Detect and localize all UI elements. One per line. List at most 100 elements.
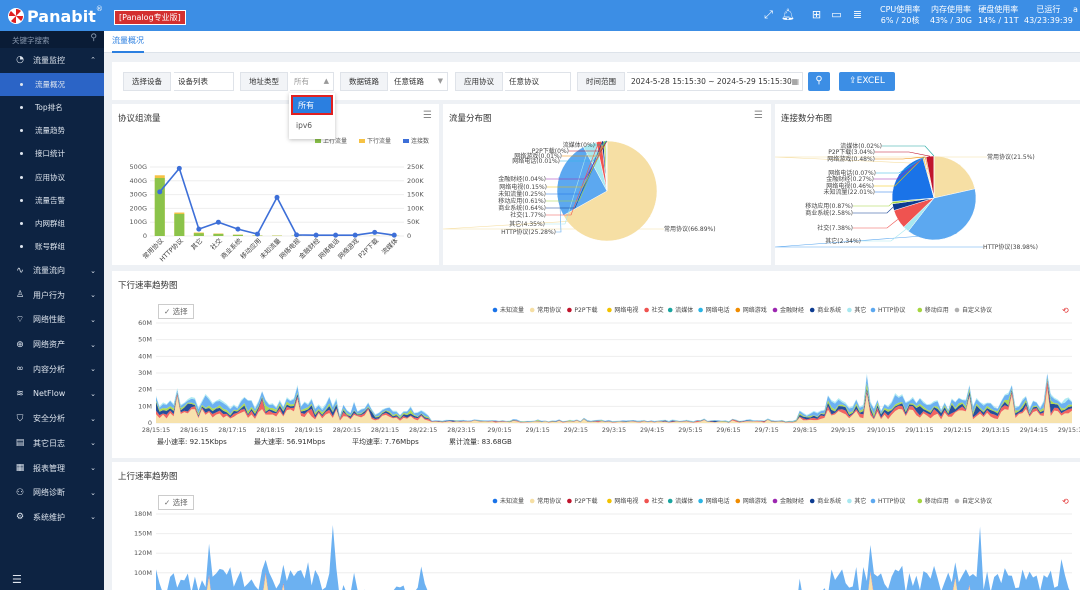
pie-label: 流媒体(0.02%) bbox=[840, 142, 882, 150]
sidebar-search-input[interactable]: 关键字搜索 ⚲ bbox=[0, 31, 104, 48]
legend-label: 未知流量 bbox=[500, 497, 524, 505]
time-range-input[interactable]: 2024-5-28 15:15:30 ~ 2024-5-29 15:15:30 ▦ bbox=[627, 72, 803, 91]
table-icon: ▦ bbox=[15, 463, 25, 474]
sidebar-item-netflow[interactable]: ≋ NetFlow ⌄ bbox=[0, 382, 104, 407]
panabit-logo[interactable]: Panabit ® bbox=[8, 5, 103, 26]
log-icon: ▤ bbox=[15, 438, 25, 449]
conn-dist-panel: 连接数分布图 常用协议(21.5%) HTTP协议(38.98%) 其它(2.34%… bbox=[775, 104, 1080, 265]
legend-label: 流媒体 bbox=[675, 497, 693, 505]
legend-label: 移动应用 bbox=[925, 306, 949, 314]
legend-label: P2P下载 bbox=[574, 306, 597, 314]
legend-dot bbox=[735, 307, 741, 313]
x-tick-label: 28/20:15 bbox=[333, 427, 361, 434]
sidebar-item-reports[interactable]: ▦ 报表管理 ⌄ bbox=[0, 456, 104, 481]
legend-swatch bbox=[315, 139, 321, 143]
globe-icon: ⊕ bbox=[16, 339, 24, 350]
user-icon: ♙ bbox=[15, 290, 25, 301]
x-tick-label: 29/13:15 bbox=[982, 427, 1010, 434]
monitor-icon[interactable]: ▭ bbox=[830, 8, 843, 21]
down-trend-panel: 下行速率趋势图 ✓ 选择 未知流量 常用协议 P2P下载 网络电视 社交 流媒体 网络电话网… bbox=[112, 271, 1080, 458]
area-series bbox=[156, 524, 1070, 590]
sidebar-subitem-top[interactable]: Top排名 bbox=[0, 96, 104, 119]
sidebar-item-security[interactable]: ⛉ 安全分析 ⌄ bbox=[0, 406, 104, 431]
legend-label: 未知流量 bbox=[500, 306, 524, 314]
legend-dot bbox=[567, 307, 572, 313]
pie-label: 流媒体(0%) bbox=[563, 141, 595, 149]
legend-dot bbox=[847, 307, 852, 313]
proto-group-panel: 协议组流量 ☰ 上行流量 下行流量 连接数 0 100G 200G 300G 400G 500G… bbox=[112, 104, 439, 265]
legend-dot bbox=[917, 498, 923, 504]
gauge-icon: ◔ bbox=[16, 55, 24, 66]
protocol-label: 应用协议 bbox=[455, 72, 503, 91]
search-icon[interactable]: ⚲ bbox=[90, 33, 97, 43]
sidebar-item-system[interactable]: ⚙ 系统维护 ⌄ bbox=[0, 505, 104, 530]
legend-swatch bbox=[359, 139, 365, 143]
y-tick: 120M bbox=[134, 549, 152, 557]
legend-label: 常用协议 bbox=[537, 306, 561, 314]
sidebar-subitem-interface[interactable]: 接口统计 bbox=[0, 142, 104, 165]
sidebar-item-flow-direction[interactable]: ∿ 流量流向 ⌄ bbox=[0, 258, 104, 283]
dropdown-option-all[interactable]: 所有 bbox=[291, 95, 333, 115]
protocol-select[interactable]: 任意协议 bbox=[505, 72, 571, 91]
sidebar-subitem-protocol[interactable]: 应用协议 bbox=[0, 165, 104, 188]
dropdown-option-ipv6[interactable]: ipv6 bbox=[296, 121, 312, 130]
memory-stat: 内存使用率 43% / 30G bbox=[930, 5, 972, 25]
sidebar-item-diagnosis[interactable]: ⚇ 网络诊断 ⌄ bbox=[0, 480, 104, 505]
user-menu[interactable]: a bbox=[1073, 4, 1078, 15]
sidebar-item-user-behavior[interactable]: ♙ 用户行为 ⌄ bbox=[0, 283, 104, 308]
legend-label: 网络电话 bbox=[706, 497, 730, 505]
excel-export-button[interactable]: ⇪EXCEL bbox=[839, 72, 895, 91]
legend-dot bbox=[954, 307, 960, 313]
bell-icon[interactable]: 🔔︎ bbox=[781, 8, 795, 21]
server-icon[interactable]: ≣ bbox=[851, 8, 864, 21]
y-tick-right: 150K bbox=[407, 191, 424, 199]
sidebar-item-assets[interactable]: ⊕ 网络资产 ⌄ bbox=[0, 332, 104, 357]
sidebar-item-content[interactable]: ∞ 内容分析 ⌄ bbox=[0, 357, 104, 382]
sidebar-item-traffic-monitor[interactable]: ◔ 流量监控 ⌃ bbox=[0, 48, 104, 73]
sidebar-subitem-overview[interactable]: 流量概况 bbox=[0, 72, 104, 96]
search-button[interactable]: ⚲ bbox=[808, 72, 830, 91]
pie-label-line bbox=[875, 151, 931, 157]
legend-label: 社交 bbox=[652, 306, 664, 314]
device-select[interactable]: 设备列表 bbox=[174, 72, 234, 91]
dashboard-icon[interactable]: ⊞ bbox=[810, 8, 823, 21]
chevron-up-icon: ⌃ bbox=[90, 56, 96, 65]
link-select[interactable]: 任意链路 ▼ bbox=[390, 72, 448, 91]
legend-dot bbox=[644, 498, 649, 504]
tab-overview[interactable]: 流量概况 bbox=[112, 35, 144, 53]
addr-type-select[interactable]: 所有 ▲ bbox=[290, 72, 334, 91]
legend-label: P2P下载 bbox=[574, 497, 597, 505]
pie-label: 网络电话(0.07%) bbox=[828, 169, 876, 177]
calendar-icon: ▦ bbox=[791, 77, 799, 86]
bar-up bbox=[232, 234, 243, 236]
x-tick-label: 28/17:15 bbox=[218, 427, 246, 434]
expand-icon[interactable]: ⤢ bbox=[762, 8, 775, 21]
conn-point bbox=[157, 189, 163, 195]
legend-label: 自定义协议 bbox=[962, 306, 992, 314]
legend-label: 金融财经 bbox=[780, 497, 804, 505]
filter-bar: 选择设备 设备列表 地址类型 所有 ▲ 数据链路 任意链路 ▼ 应用协议 任意协议 … bbox=[112, 62, 1080, 100]
pie-label: 网络电视(0.46%) bbox=[826, 182, 874, 190]
sidebar-item-logs[interactable]: ▤ 其它日志 ⌄ bbox=[0, 431, 104, 456]
rate-stat: 最大速率: 56.91Mbps bbox=[254, 437, 326, 446]
y-tick-right: 200K bbox=[407, 177, 424, 185]
pie-label: 网络游戏(0.48%) bbox=[827, 155, 875, 163]
export-icon: ⇪ bbox=[849, 76, 857, 86]
sidebar-subitem-alert[interactable]: 流量告警 bbox=[0, 189, 104, 212]
y-tick-right: 100K bbox=[407, 204, 424, 212]
menu-fold-icon[interactable]: ☰ bbox=[12, 573, 22, 586]
sidebar-item-performance[interactable]: ⌔ 网络性能 ⌄ bbox=[0, 308, 104, 333]
sidebar-subitem-account-group[interactable]: 账号群组 bbox=[0, 235, 104, 258]
sidebar-subitem-lan-group[interactable]: 内网群组 bbox=[0, 212, 104, 235]
legend-label: 网络电视 bbox=[614, 306, 638, 314]
legend-dot bbox=[772, 498, 778, 504]
x-tick-label: 28/22:15 bbox=[409, 427, 437, 434]
legend-dot bbox=[667, 307, 673, 313]
caret-down-icon: ▼ bbox=[437, 77, 443, 85]
sidebar-subitem-trend[interactable]: 流量趋势 bbox=[0, 119, 104, 142]
conn-point bbox=[352, 232, 358, 238]
legend-label: 连接数 bbox=[411, 137, 429, 145]
legend-label: 网络电话 bbox=[706, 306, 730, 314]
pie-label: 未知流量(0.25%) bbox=[498, 190, 546, 198]
legend-dot bbox=[772, 307, 778, 313]
